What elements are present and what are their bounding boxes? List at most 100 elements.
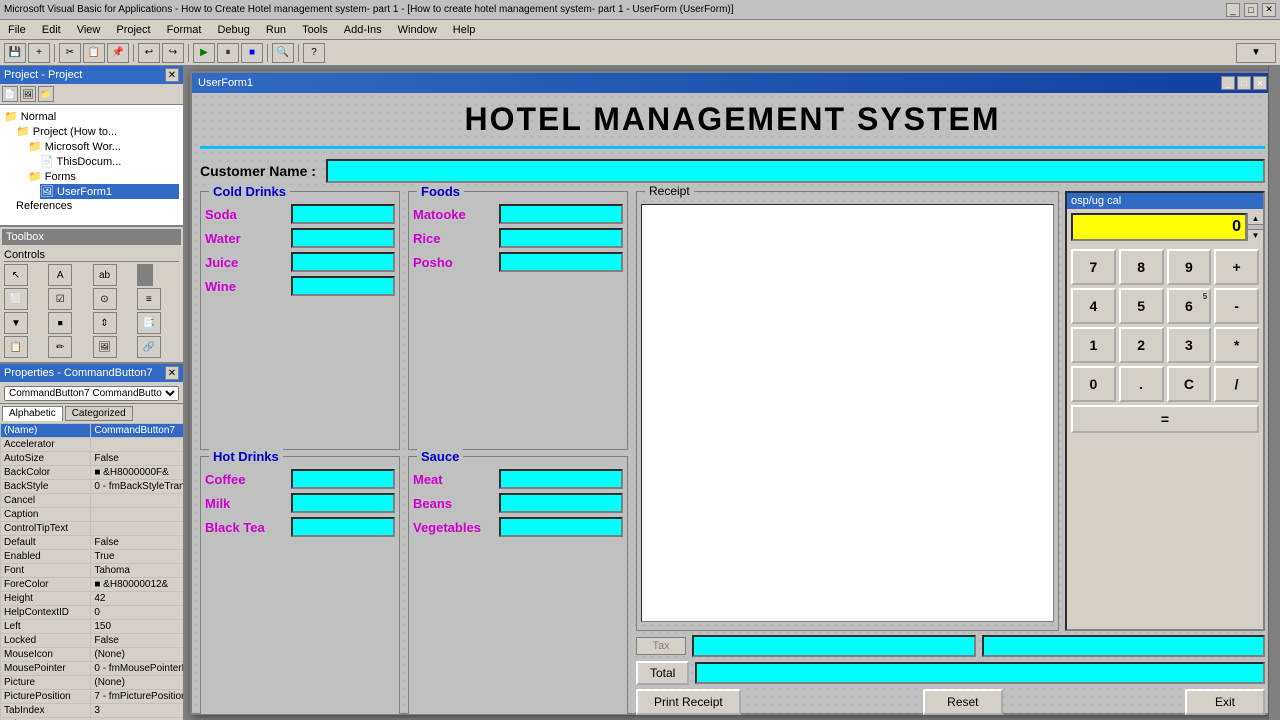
prop-row-backstyle[interactable]: BackStyle0 - fmBackStyleTranspare (1, 480, 184, 494)
meat-input[interactable] (499, 469, 623, 489)
menu-help[interactable]: Help (449, 24, 480, 36)
prop-row-left[interactable]: Left150 (1, 620, 184, 634)
tree-userform1[interactable]: 🖼 UserForm1 (40, 184, 179, 199)
prop-row-autosize[interactable]: AutoSizeFalse (1, 452, 184, 466)
stop-btn[interactable]: ■ (241, 43, 263, 63)
vegetables-input[interactable] (499, 517, 623, 537)
close-btn[interactable]: ✕ (1262, 3, 1276, 17)
tax-input2[interactable] (982, 635, 1266, 657)
ctrl-pointer[interactable]: ↖ (4, 264, 28, 286)
prop-row-backcolor[interactable]: BackColor■ &H8000000F& (1, 466, 184, 480)
total-button[interactable]: Total (636, 661, 689, 685)
tree-project[interactable]: 📁 Project (How to... (16, 124, 179, 139)
calc-scroll[interactable]: ▲ ▼ (1247, 213, 1263, 241)
calc-plus[interactable]: + (1214, 249, 1259, 285)
calc-multiply[interactable]: * (1214, 327, 1259, 363)
posho-input[interactable] (499, 252, 623, 272)
calc-9[interactable]: 9 (1167, 249, 1212, 285)
undo-btn[interactable]: ↩ (138, 43, 160, 63)
menu-project[interactable]: Project (112, 24, 154, 36)
tree-forms[interactable]: 📁 Forms (28, 169, 179, 184)
project-close[interactable]: ✕ (165, 68, 179, 82)
print-receipt-button[interactable]: Print Receipt (636, 689, 741, 715)
tree-normal[interactable]: 📁 Normal (4, 109, 179, 124)
ctrl-image[interactable]: 🖼 (93, 336, 117, 358)
calc-5[interactable]: 5 (1119, 288, 1164, 324)
prop-row-default[interactable]: DefaultFalse (1, 536, 184, 550)
prop-row-mouseicon[interactable]: MouseIcon(None) (1, 648, 184, 662)
prop-row-accel[interactable]: Accelerator (1, 438, 184, 452)
tree-references[interactable]: References (16, 199, 179, 213)
calc-0[interactable]: 0 (1071, 366, 1116, 402)
ctrl-frame[interactable]: ⬜ (4, 288, 28, 310)
prop-row-name[interactable]: (Name)CommandButton7 (1, 424, 184, 438)
ctrl-spin[interactable]: ⇕ (93, 312, 117, 334)
calc-dot[interactable]: . (1119, 366, 1164, 402)
ctrl-textbox[interactable]: ab (93, 264, 117, 286)
calc-2[interactable]: 2 (1119, 327, 1164, 363)
ctrl-multipage[interactable]: 📑 (137, 312, 161, 334)
prop-row-font[interactable]: FontTahoma (1, 564, 184, 578)
exit-button[interactable]: Exit (1185, 689, 1265, 715)
calc-3[interactable]: 3 (1167, 327, 1212, 363)
calc-6[interactable]: 56 (1167, 288, 1212, 324)
prop-row-picture[interactable]: Picture(None) (1, 676, 184, 690)
wine-input[interactable] (291, 276, 395, 296)
fw-maximize[interactable]: □ (1237, 76, 1251, 90)
proj-view-form[interactable]: 🖼 (20, 86, 36, 102)
menu-window[interactable]: Window (394, 24, 441, 36)
help-btn[interactable]: ? (303, 43, 325, 63)
prop-row-enabled[interactable]: EnabledTrue (1, 550, 184, 564)
minimize-btn[interactable]: _ (1226, 3, 1240, 17)
calc-4[interactable]: 4 (1071, 288, 1116, 324)
ctrl-checkbox[interactable]: ☑ (48, 288, 72, 310)
milk-input[interactable] (291, 493, 395, 513)
ctrl-combo[interactable]: ▼ (4, 312, 28, 334)
break-btn[interactable]: 🔍 (272, 43, 294, 63)
calc-clear[interactable]: C (1167, 366, 1212, 402)
prop-row-locked[interactable]: LockedFalse (1, 634, 184, 648)
reset-button[interactable]: Reset (923, 689, 1003, 715)
calc-8[interactable]: 8 (1119, 249, 1164, 285)
ctrl-label[interactable]: A (48, 264, 72, 286)
props-tab-cat[interactable]: Categorized (65, 406, 133, 421)
copy-btn[interactable]: 📋 (83, 43, 105, 63)
prop-row-height[interactable]: Height42 (1, 592, 184, 606)
calc-divide[interactable]: / (1214, 366, 1259, 402)
calc-7[interactable]: 7 (1071, 249, 1116, 285)
menu-run[interactable]: Run (262, 24, 290, 36)
prop-row-mousepointer[interactable]: MousePointer0 - fmMousePointerDefault (1, 662, 184, 676)
props-object-select[interactable]: CommandButton7 CommandButton (4, 386, 179, 401)
fw-minimize[interactable]: _ (1221, 76, 1235, 90)
prop-row-caption[interactable]: Caption (1, 508, 184, 522)
ctrl-draw[interactable]: ✏ (48, 336, 72, 358)
paste-btn[interactable]: 📌 (107, 43, 129, 63)
ctrl-scroll[interactable] (137, 264, 153, 286)
calc-minus[interactable]: - (1214, 288, 1259, 324)
ctrl-tabstrip[interactable]: 📋 (4, 336, 28, 358)
prop-row-forecolor[interactable]: ForeColor■ &H80000012& (1, 578, 184, 592)
menu-tools[interactable]: Tools (298, 24, 332, 36)
ctrl-ref[interactable]: 🔗 (137, 336, 161, 358)
beans-input[interactable] (499, 493, 623, 513)
pause-btn[interactable]: ⏸ (217, 43, 239, 63)
juice-input[interactable] (291, 252, 395, 272)
menu-edit[interactable]: Edit (38, 24, 65, 36)
save-btn[interactable]: 💾 (4, 43, 26, 63)
rice-input[interactable] (499, 228, 623, 248)
ctrl-option[interactable]: ⊙ (93, 288, 117, 310)
cut-btn[interactable]: ✂ (59, 43, 81, 63)
menu-debug[interactable]: Debug (213, 24, 253, 36)
restore-btn[interactable]: □ (1244, 3, 1258, 17)
calc-1[interactable]: 1 (1071, 327, 1116, 363)
fw-close[interactable]: ✕ (1253, 76, 1267, 90)
water-input[interactable] (291, 228, 395, 248)
props-tab-alpha[interactable]: Alphabetic (2, 406, 63, 421)
calc-equals[interactable]: = (1071, 405, 1259, 433)
menu-view[interactable]: View (73, 24, 105, 36)
customer-input[interactable] (326, 159, 1265, 183)
ctrl-toggle[interactable]: ⏹ (48, 312, 72, 334)
redo-btn[interactable]: ↪ (162, 43, 184, 63)
prop-row-helpid[interactable]: HelpContextID0 (1, 606, 184, 620)
soda-input[interactable] (291, 204, 395, 224)
